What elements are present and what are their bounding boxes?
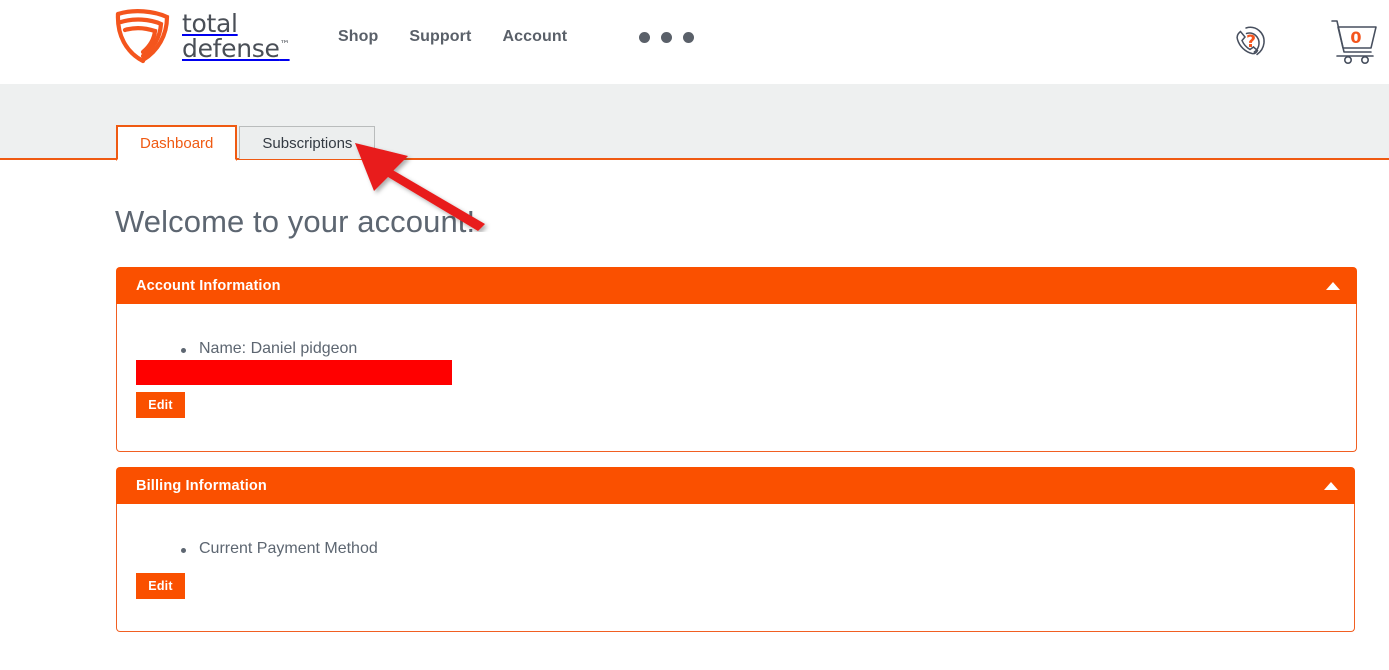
- caret-up-icon[interactable]: [1324, 481, 1338, 490]
- three-dots-icon[interactable]: [639, 31, 695, 43]
- tab-subscriptions-label: Subscriptions: [262, 134, 353, 152]
- page-body: Welcome to your account! Account Informa…: [0, 162, 1389, 670]
- panel-account-information-header[interactable]: Account Information: [116, 267, 1357, 304]
- redaction-bar: [136, 360, 452, 385]
- shopping-cart-icon[interactable]: 0: [1327, 15, 1381, 67]
- list-item: Current Payment Method: [175, 540, 378, 558]
- edit-account-button[interactable]: Edit: [136, 392, 185, 418]
- shield-swoosh-logo-icon: [112, 5, 174, 65]
- dot-3: [683, 31, 695, 43]
- caret-up-icon[interactable]: [1326, 281, 1340, 290]
- nav-link-support[interactable]: Support: [409, 28, 502, 46]
- panel-billing-information-title: Billing Information: [136, 477, 267, 494]
- cart-count: 0: [1350, 28, 1361, 47]
- logo-line-2: defense: [182, 34, 280, 63]
- panel-billing-information-header[interactable]: Billing Information: [116, 467, 1355, 504]
- site-header: total defense™ Shop Support Account ? 0: [0, 0, 1389, 84]
- tab-subscriptions[interactable]: Subscriptions: [239, 126, 376, 159]
- svg-text:?: ?: [1246, 32, 1256, 52]
- panel-billing-information-body: Current Payment Method Edit: [116, 504, 1355, 632]
- account-tabs: Dashboard Subscriptions: [116, 123, 376, 161]
- tab-dashboard[interactable]: Dashboard: [116, 125, 238, 161]
- tab-band: Dashboard Subscriptions: [0, 84, 1389, 161]
- panel-account-information: Account Information Name: Daniel pidgeon…: [116, 267, 1357, 452]
- panel-account-information-title: Account Information: [136, 277, 281, 294]
- panel-billing-information: Billing Information Current Payment Meth…: [116, 467, 1355, 632]
- nav-link-account[interactable]: Account: [502, 28, 567, 46]
- list-item: Name: Daniel pidgeon: [175, 340, 357, 358]
- tab-dashboard-label: Dashboard: [140, 134, 214, 152]
- edit-billing-button[interactable]: Edit: [136, 573, 185, 599]
- dot-1: [639, 31, 651, 43]
- account-dashboard-page: total defense™ Shop Support Account ? 0 …: [0, 0, 1389, 670]
- panel-account-information-body: Name: Daniel pidgeon Edit: [116, 304, 1357, 452]
- nav-link-shop[interactable]: Shop: [338, 28, 409, 46]
- page-title: Welcome to your account!: [115, 204, 476, 239]
- main-navigation: Shop Support Account: [338, 28, 695, 46]
- phone-question-help-icon[interactable]: ?: [1227, 17, 1273, 63]
- logo-wordmark: total defense™: [182, 10, 290, 63]
- logo-trademark: ™: [279, 39, 290, 51]
- dot-2: [661, 31, 673, 43]
- total-defense-logo[interactable]: total defense™: [112, 4, 312, 66]
